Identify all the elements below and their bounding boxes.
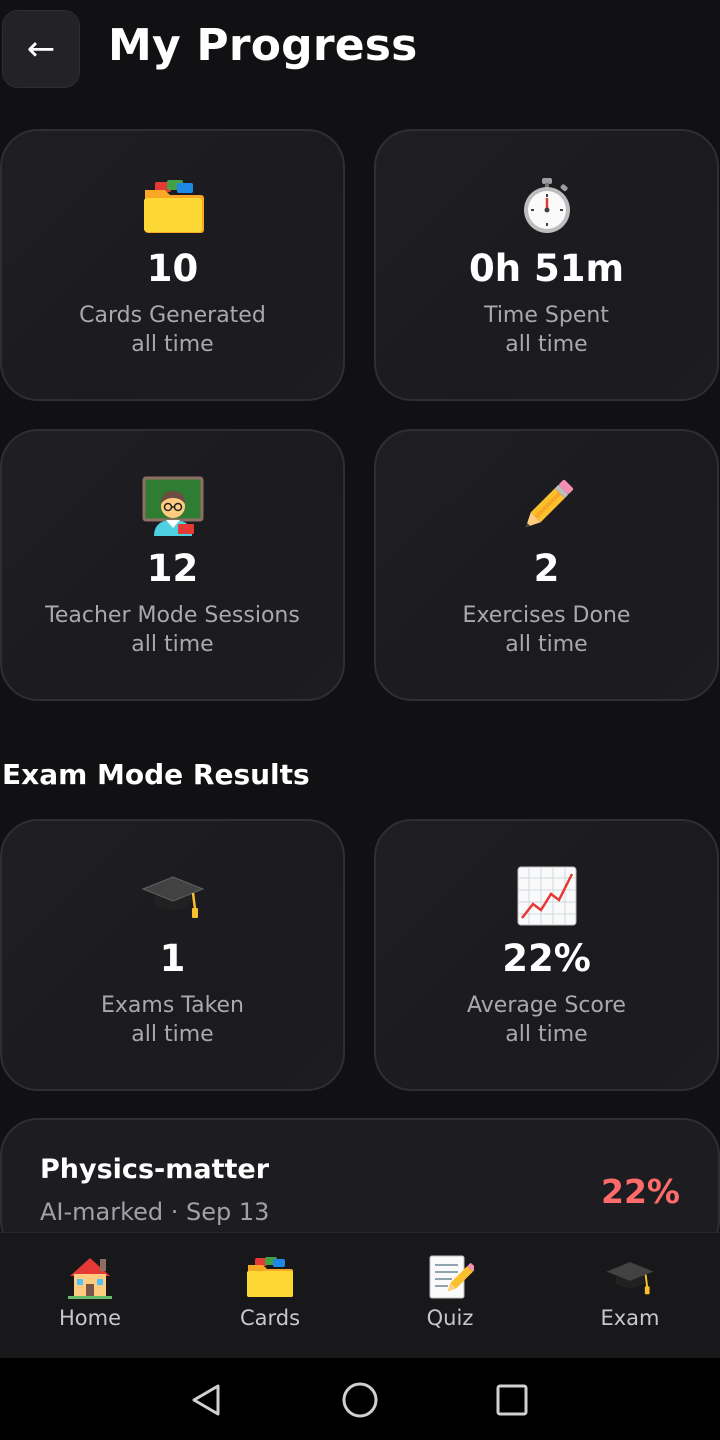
stopwatch-icon: [376, 175, 717, 237]
progress-screen: ← My Progress 10 Cards Generated all tim…: [0, 0, 720, 1440]
stat-sublabel: all time: [131, 632, 214, 657]
teacher-icon: [2, 475, 343, 537]
nav-label: Cards: [239, 1306, 301, 1330]
stat-label: Time Spent: [484, 303, 609, 328]
graduation-cap-icon: [540, 1253, 720, 1301]
nav-item-home[interactable]: Home: [0, 1233, 180, 1358]
nav-label: Home: [58, 1306, 121, 1330]
back-button[interactable]: ←: [2, 10, 80, 88]
system-home-button[interactable]: [338, 1378, 382, 1422]
circle-home-icon: [342, 1382, 378, 1418]
nav-item-exam[interactable]: Exam: [540, 1233, 720, 1358]
stat-value: 0h 51m: [468, 247, 624, 290]
stat-card-teacher-sessions: 12 Teacher Mode Sessions all time: [0, 429, 345, 701]
stat-sublabel: all time: [131, 1022, 214, 1047]
nav-label: Exam: [600, 1306, 660, 1330]
stat-value: 2: [533, 547, 560, 590]
stat-card-exams-taken: 1 Exams Taken all time: [0, 819, 345, 1091]
stat-sublabel: all time: [131, 332, 214, 357]
card-index-dividers-icon: [180, 1253, 360, 1301]
stat-label: Exams Taken: [101, 993, 244, 1018]
stat-card-average-score: 22% Average Score all time: [374, 819, 719, 1091]
stat-sublabel: all time: [505, 632, 588, 657]
stat-sublabel: all time: [505, 332, 588, 357]
exam-result-score: 22%: [601, 1172, 680, 1211]
stat-card-cards-generated: 10 Cards Generated all time: [0, 129, 345, 401]
pencil-icon: [376, 475, 717, 537]
memo-icon: [360, 1253, 540, 1301]
exam-result-title: Physics-matter: [40, 1154, 270, 1185]
stat-sublabel: all time: [505, 1022, 588, 1047]
stat-value: 22%: [502, 937, 591, 980]
system-recents-button[interactable]: [490, 1378, 534, 1422]
chart-increasing-icon: [376, 865, 717, 927]
square-recents-icon: [496, 1384, 528, 1416]
stat-label: Average Score: [467, 993, 626, 1018]
stat-value: 12: [146, 547, 199, 590]
header: ← My Progress: [0, 0, 720, 100]
graduation-cap-icon: [2, 865, 343, 927]
section-title-exam-results: Exam Mode Results: [2, 758, 310, 791]
stat-value: 10: [146, 247, 199, 290]
stat-card-exercises-done: 2 Exercises Done all time: [374, 429, 719, 701]
stat-label: Exercises Done: [462, 603, 631, 628]
back-arrow-icon: ←: [26, 29, 56, 69]
triangle-back-icon: [192, 1384, 220, 1416]
stat-label: Cards Generated: [79, 303, 266, 328]
exam-result-meta: AI-marked · Sep 13: [40, 1198, 270, 1226]
nav-item-cards[interactable]: Cards: [180, 1233, 360, 1358]
system-back-button[interactable]: [184, 1378, 228, 1422]
file-folder-icon: [2, 175, 343, 237]
stat-value: 1: [159, 937, 186, 980]
house-icon: [0, 1253, 180, 1301]
system-nav-bar: [0, 1358, 720, 1440]
nav-label: Quiz: [426, 1306, 474, 1330]
page-title: My Progress: [108, 20, 418, 71]
bottom-nav: Home Cards Quiz Exam: [0, 1232, 720, 1358]
stat-label: Teacher Mode Sessions: [45, 603, 300, 628]
nav-item-quiz[interactable]: Quiz: [360, 1233, 540, 1358]
stat-card-time-spent: 0h 51m Time Spent all time: [374, 129, 719, 401]
